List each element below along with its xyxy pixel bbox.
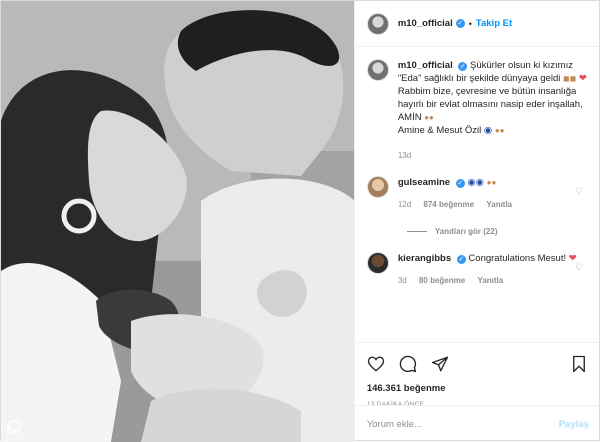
comment-age: 3d (397, 276, 407, 285)
instagram-post: m10_official ✓ • Takip Et m10_official ✓… (0, 0, 600, 442)
action-icons (367, 353, 587, 375)
post-side-panel: m10_official ✓ • Takip Et m10_official ✓… (353, 1, 600, 442)
verified-icon: ✓ (455, 19, 465, 28)
comment-likes[interactable]: 874 beğenme (423, 200, 474, 209)
comment-likes[interactable]: 80 beğenme (419, 276, 465, 285)
comment-age: 12d (397, 200, 412, 209)
comment-row: kierangibbs ✓ Congratulations Mesut! ❤ 3… (366, 252, 587, 287)
praying-hands-icon: ●● (424, 113, 434, 122)
praying-hands-icon: ●● (494, 126, 505, 135)
header-username[interactable]: m10_official (398, 18, 453, 29)
verified-icon: ✓ (456, 255, 466, 264)
post-comment-button[interactable]: Paylaş (559, 419, 589, 430)
reply-button[interactable]: Yanıtla (477, 276, 503, 285)
comment-meta: 3d 80 beğenme Yanıtla (398, 274, 587, 287)
comment-body: gulseamine ✓ ◉◉ ●● 12d 874 beğenme Yanıt… (398, 176, 587, 211)
avatar[interactable] (366, 12, 389, 35)
comment-username[interactable]: gulseamine (398, 177, 450, 188)
heart-emoji-icon: ❤ (578, 73, 587, 84)
caption-age: 13d (397, 151, 412, 160)
comment-body: kierangibbs ✓ Congratulations Mesut! ❤ 3… (398, 252, 587, 287)
family-emoji-icon: ◼◼ (562, 74, 577, 83)
comment-row: gulseamine ✓ ◉◉ ●● 12d 874 beğenme Yanıt… (366, 176, 587, 211)
caption-username[interactable]: m10_official (398, 60, 453, 71)
commenter-avatar[interactable] (366, 176, 389, 198)
comment-like-heart-icon[interactable]: ♡ (575, 186, 585, 196)
share-icon[interactable] (431, 355, 449, 373)
caption-meta: 13d (398, 149, 587, 162)
header-separator: • (468, 18, 472, 29)
heart-icon[interactable] (367, 355, 385, 373)
family-photo-illustration (1, 1, 354, 442)
multi-photo-icon (7, 420, 21, 434)
verified-icon: ✓ (458, 62, 468, 71)
praying-hands-icon: ●● (486, 178, 497, 187)
evil-eye-icon: ◉ (483, 125, 493, 136)
add-comment-bar: Paylaş (354, 405, 600, 442)
replies-divider (406, 231, 427, 232)
comments-list: m10_official ✓ Şükürler olsun ki kızımız… (355, 47, 599, 342)
caption-avatar[interactable] (366, 59, 389, 81)
evil-eye-icon: ◉◉ (467, 177, 484, 188)
reply-button[interactable]: Yanıtla (486, 200, 512, 209)
view-replies-button[interactable]: Yanıtları gör (22) (406, 227, 587, 236)
comment-username[interactable]: kierangibbs (398, 253, 451, 264)
caption-row: m10_official ✓ Şükürler olsun ki kızımız… (366, 59, 587, 162)
bookmark-icon[interactable] (571, 355, 587, 373)
comment-input[interactable] (366, 418, 559, 430)
caption-signature: Amine & Mesut Özil (397, 125, 482, 136)
caption-body: m10_official ✓ Şükürler olsun ki kızımız… (398, 59, 587, 162)
comment-icon[interactable] (399, 355, 417, 373)
comment-text: Congratulations Mesut! (468, 253, 567, 264)
comment-meta: 12d 874 beğenme Yanıtla (398, 198, 587, 211)
post-header: m10_official ✓ • Takip Et (354, 1, 599, 47)
commenter-avatar[interactable] (366, 252, 389, 274)
follow-button[interactable]: Takip Et (476, 18, 512, 29)
post-photo[interactable] (1, 1, 354, 442)
comment-like-heart-icon[interactable]: ♡ (575, 262, 585, 272)
like-count[interactable]: 146.361 beğenme (367, 383, 587, 395)
verified-icon: ✓ (455, 179, 465, 188)
view-replies-label: Yanıtları gör (22) (434, 227, 498, 236)
